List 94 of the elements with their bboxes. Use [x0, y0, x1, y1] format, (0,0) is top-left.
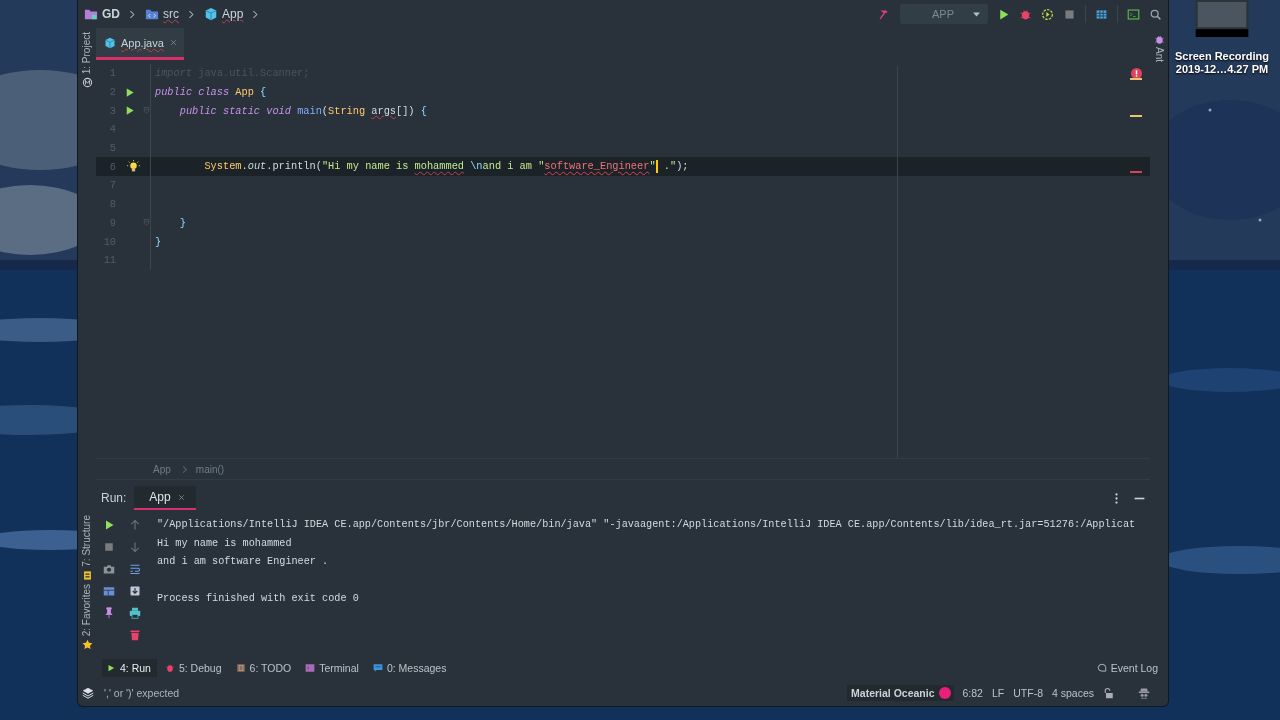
code-token: public class — [155, 86, 231, 99]
console-line: Hi my name is mohammed — [157, 536, 293, 551]
code-token: System — [204, 160, 242, 173]
chevron-icon — [186, 8, 197, 20]
import-icon[interactable] — [129, 585, 141, 597]
warning-marker[interactable] — [1130, 115, 1142, 117]
editor-tab[interactable]: App.java — [96, 28, 184, 60]
warning-marker[interactable] — [1130, 78, 1142, 80]
run-tab[interactable]: App — [134, 486, 196, 510]
code-token: .println( — [266, 160, 322, 173]
trash-icon[interactable] — [129, 629, 141, 641]
status-item[interactable]: 6:82 — [962, 687, 983, 699]
tool-window-tab[interactable]: 0: Messages — [368, 659, 453, 677]
grid-icon[interactable] — [1095, 7, 1108, 21]
star-icon[interactable] — [81, 639, 93, 650]
chevron-icon — [127, 8, 138, 20]
text-cursor — [655, 160, 658, 174]
console-line: "/Applications/IntelliJ IDEA CE.app/Contents/jbr/Contents/Home/bin/java" "-javaagent:/Applications/IntelliJ IDEA CE.app/Contents/lib/idea_rt.jar=51276:/Applicat — [157, 518, 1136, 532]
tool-window-tab[interactable]: 6: TODO — [231, 659, 298, 677]
maven-icon[interactable] — [81, 77, 93, 89]
coverage-icon[interactable] — [1041, 7, 1054, 21]
code-token: ( — [321, 104, 329, 117]
status-item[interactable]: UTF-8 — [1013, 687, 1043, 699]
code-token: []) — [396, 104, 416, 117]
panel-title: Run: — [101, 491, 127, 505]
bug-icon — [164, 663, 175, 673]
structure-icon[interactable] — [81, 569, 93, 581]
theme-indicator[interactable]: Material Oceanic — [847, 685, 954, 701]
layers-icon[interactable] — [82, 687, 94, 699]
chat-icon — [372, 663, 383, 673]
code-token: mohammed — [414, 160, 464, 173]
code-token: out — [247, 160, 267, 173]
breadcrumb-item[interactable]: App — [222, 7, 244, 21]
code-token: . — [241, 160, 248, 173]
event-log-button[interactable]: Event Log — [1096, 662, 1158, 674]
breadcrumb-item[interactable]: GD — [102, 7, 120, 21]
cube-icon — [104, 36, 116, 49]
stop-icon[interactable] — [1063, 7, 1076, 21]
tool-window-tab[interactable]: Ant — [1152, 47, 1166, 62]
code-token: software_Engineer — [544, 160, 650, 173]
bug-icon[interactable] — [1019, 7, 1032, 21]
code-token: App — [235, 86, 255, 99]
code-token: args — [371, 104, 396, 117]
code-token: ); — [676, 160, 689, 173]
file-name: 2019-12…4.27 PM — [1175, 63, 1269, 76]
code-token: public static void — [179, 104, 292, 117]
run-icon[interactable] — [997, 7, 1010, 21]
console-line: Process finished with exit code 0 — [157, 592, 360, 607]
code-token: } — [179, 216, 186, 229]
printer-icon[interactable] — [129, 607, 141, 619]
code-token: and i am " — [482, 160, 545, 173]
todo-icon — [235, 663, 246, 673]
console-line: and i am software Engineer . — [157, 555, 330, 570]
speech-bubble-icon — [1096, 663, 1107, 673]
cube-icon — [204, 7, 218, 21]
tool-window-tab[interactable]: 4: Run — [102, 659, 157, 677]
code-token: { — [260, 86, 267, 99]
lock-icon[interactable] — [1103, 687, 1115, 699]
thumbnail-icon[interactable] — [1195, 0, 1249, 37]
breadcrumb-item[interactable]: src — [163, 7, 179, 21]
code-token: main — [297, 104, 322, 117]
status-item[interactable]: LF — [991, 687, 1005, 699]
search-icon[interactable] — [1149, 7, 1162, 21]
close-icon[interactable] — [176, 492, 186, 502]
tool-window-tab[interactable]: 2: Favorites — [80, 583, 94, 636]
code-token: { — [420, 104, 427, 117]
layout-icon[interactable] — [103, 585, 115, 597]
run-icon — [106, 663, 116, 673]
tool-window-tab[interactable]: 1: Project — [80, 32, 94, 75]
close-icon[interactable] — [168, 38, 178, 47]
wrap-icon[interactable] — [129, 563, 141, 575]
inspector-icon[interactable] — [1138, 687, 1150, 699]
tool-window-tab[interactable]: 5: Debug — [160, 659, 228, 677]
error-marker[interactable] — [1130, 171, 1142, 173]
tool-window-tab[interactable]: Terminal — [301, 659, 365, 677]
code-token: String — [328, 104, 367, 117]
bulb-icon[interactable] — [126, 160, 140, 174]
status-item[interactable]: 4 spaces — [1051, 687, 1094, 699]
folder-icon — [84, 7, 98, 21]
tool-window-tab[interactable]: 7: Structure — [80, 515, 94, 567]
pin-icon[interactable] — [103, 607, 115, 619]
code-token: ." — [662, 160, 677, 173]
camera-icon[interactable] — [103, 563, 115, 575]
folder-icon — [145, 7, 159, 21]
code-token: } — [155, 235, 162, 248]
code-token: \n — [469, 160, 483, 173]
code-token: "Hi my name is — [321, 160, 410, 173]
stop-icon[interactable] — [103, 541, 115, 553]
file-name: Screen Recording — [1174, 50, 1270, 63]
status-message: ',' or ')' expected — [104, 687, 180, 699]
bug-icon[interactable] — [1153, 34, 1165, 45]
terminal-icon[interactable] — [1127, 7, 1140, 21]
terminal-icon — [305, 663, 316, 673]
code-token: " — [649, 160, 656, 173]
